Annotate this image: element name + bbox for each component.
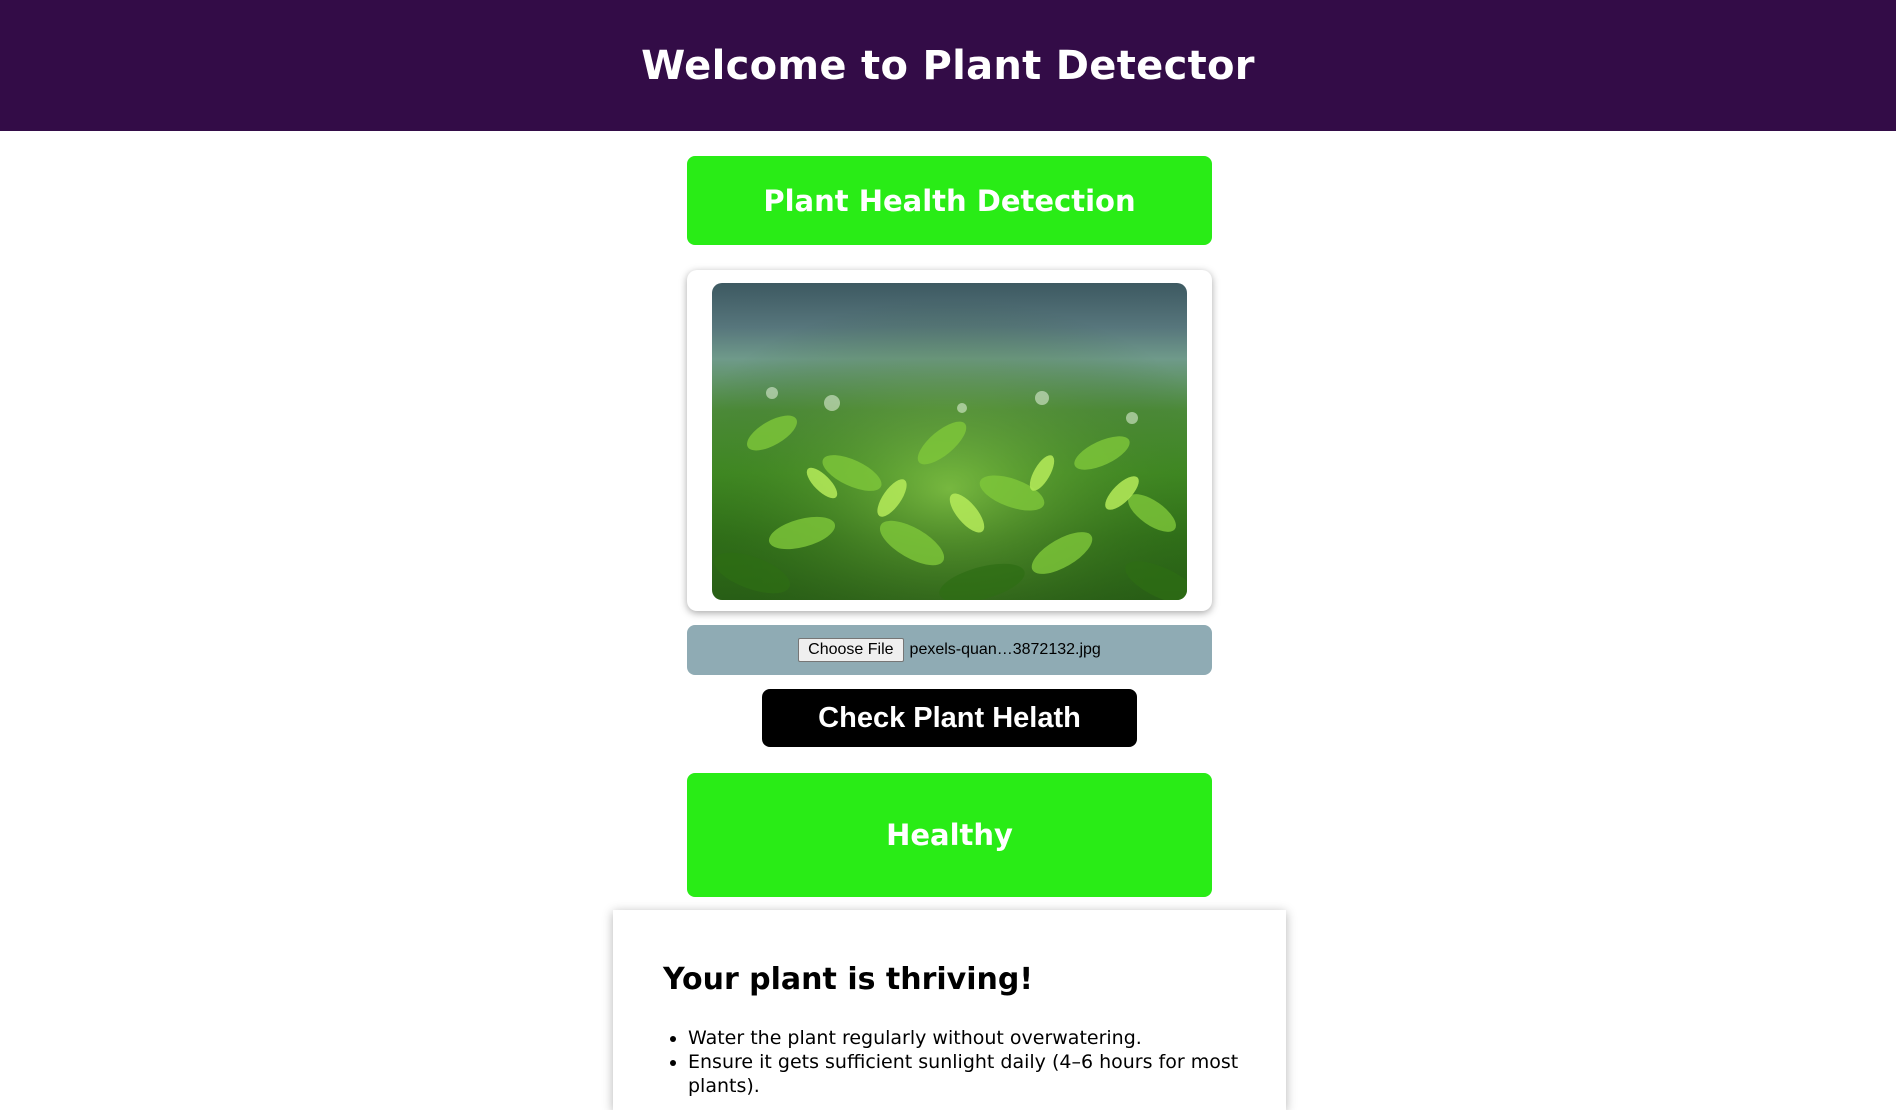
result-status: Healthy [886,818,1013,852]
choose-file-button[interactable]: Choose File [798,638,904,662]
advice-item: Water the plant regularly without overwa… [688,1026,1286,1050]
advice-list: Water the plant regularly without overwa… [663,1026,1286,1098]
check-plant-health-button[interactable]: Check Plant Helath [762,689,1137,747]
advice-heading: Your plant is thriving! [663,962,1034,997]
plant-image-preview [712,283,1187,600]
selected-file-name: pexels-quan…3872132.jpg [909,641,1101,658]
image-preview-card [687,270,1212,611]
advice-item: Ensure it gets sufficient sunlight daily… [688,1050,1286,1098]
result-banner: Healthy [687,773,1212,897]
file-upload-bar: Choose File pexels-quan…3872132.jpg [687,625,1212,675]
page-header: Welcome to Plant Detector [0,0,1896,131]
section-title-banner: Plant Health Detection [687,156,1212,245]
section-title: Plant Health Detection [763,183,1136,218]
page-title: Welcome to Plant Detector [641,42,1255,89]
advice-card: Your plant is thriving! Water the plant … [613,910,1286,1110]
